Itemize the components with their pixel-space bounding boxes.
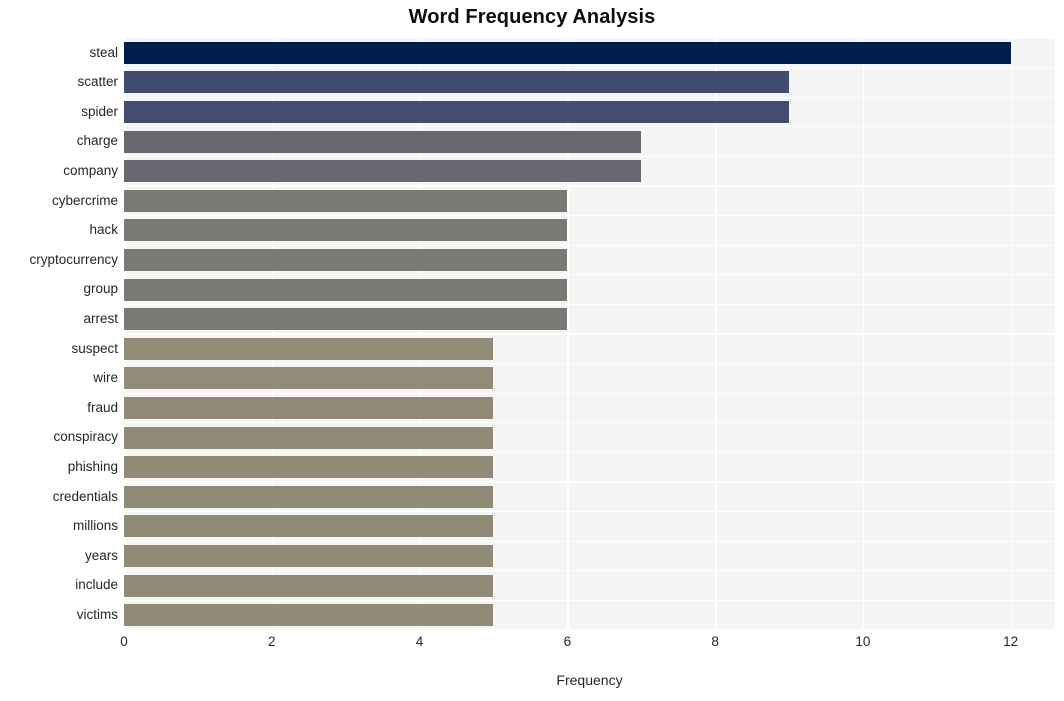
bar-row	[124, 68, 1055, 96]
bar-row	[124, 452, 1055, 480]
bar-row	[124, 245, 1055, 273]
bar-cryptocurrency[interactable]	[124, 248, 568, 271]
bar-row	[124, 512, 1055, 540]
y-tick-hack: hack	[89, 222, 118, 238]
y-tick-scatter: scatter	[77, 74, 118, 90]
x-axis-tick-labels: 0 2 4 6 8 10 12	[0, 634, 1064, 658]
y-tick-include: include	[75, 577, 118, 593]
row-separator	[124, 629, 1055, 631]
bar-row	[124, 571, 1055, 599]
chart-figure: Word Frequency Analysis steal scatter spid…	[0, 0, 1064, 701]
y-tick-spider: spider	[81, 103, 118, 119]
x-tick-10: 10	[855, 634, 871, 649]
y-tick-wire: wire	[93, 370, 118, 386]
bar-group[interactable]	[124, 278, 568, 301]
bar-row	[124, 97, 1055, 125]
y-tick-victims: victims	[76, 606, 118, 622]
bar-row	[124, 216, 1055, 244]
y-tick-cybercrime: cybercrime	[51, 192, 118, 208]
bar-credentials[interactable]	[124, 485, 494, 508]
bar-row	[124, 334, 1055, 362]
x-tick-4: 4	[415, 634, 424, 649]
x-tick-0: 0	[120, 634, 128, 649]
bar-victims[interactable]	[124, 604, 494, 627]
y-tick-fraud: fraud	[87, 399, 118, 415]
x-tick-6: 6	[563, 634, 572, 649]
bar-row	[124, 364, 1055, 392]
bar-years[interactable]	[124, 544, 494, 567]
y-tick-conspiracy: conspiracy	[53, 429, 118, 445]
bar-arrest[interactable]	[124, 308, 568, 331]
bar-include[interactable]	[124, 574, 494, 597]
y-axis-tick-labels: steal scatter spider charge company cybercrim…	[0, 38, 118, 630]
bar-millions[interactable]	[124, 515, 494, 538]
plot-area	[124, 38, 1055, 631]
bar-cybercrime[interactable]	[124, 189, 568, 212]
bar-steal[interactable]	[124, 41, 1011, 64]
y-tick-millions: millions	[72, 518, 118, 534]
bar-row	[124, 482, 1055, 510]
bar-suspect[interactable]	[124, 337, 494, 360]
chart-title: Word Frequency Analysis	[408, 6, 656, 28]
bar-row	[124, 541, 1055, 569]
y-tick-company: company	[63, 162, 118, 178]
bar-rows	[124, 38, 1055, 631]
bar-spider[interactable]	[124, 100, 789, 123]
bar-row	[124, 127, 1055, 155]
x-tick-8: 8	[711, 634, 719, 649]
y-tick-credentials: credentials	[52, 488, 118, 504]
y-tick-group: group	[83, 281, 118, 297]
bar-scatter[interactable]	[124, 71, 789, 94]
bar-phishing[interactable]	[124, 456, 494, 479]
bar-row	[124, 393, 1055, 421]
bar-charge[interactable]	[124, 130, 642, 153]
bar-fraud[interactable]	[124, 396, 494, 419]
bar-wire[interactable]	[124, 367, 494, 390]
bar-row	[124, 156, 1055, 184]
x-tick-12: 12	[1003, 634, 1019, 649]
bar-row	[124, 38, 1055, 66]
bar-row	[124, 304, 1055, 332]
bar-company[interactable]	[124, 160, 642, 183]
y-tick-suspect: suspect	[71, 340, 118, 356]
bar-row	[124, 186, 1055, 214]
bar-conspiracy[interactable]	[124, 426, 494, 449]
bar-row	[124, 423, 1055, 451]
x-axis-label: Frequency	[556, 672, 623, 688]
y-tick-years: years	[84, 547, 118, 563]
bar-row	[124, 275, 1055, 303]
x-tick-2: 2	[268, 634, 276, 649]
y-tick-phishing: phishing	[67, 458, 118, 474]
y-tick-charge: charge	[76, 133, 118, 149]
bar-hack[interactable]	[124, 219, 568, 242]
y-tick-steal: steal	[89, 44, 118, 60]
y-tick-cryptocurrency: cryptocurrency	[29, 251, 118, 267]
bar-row	[124, 600, 1055, 628]
y-tick-arrest: arrest	[83, 310, 118, 326]
